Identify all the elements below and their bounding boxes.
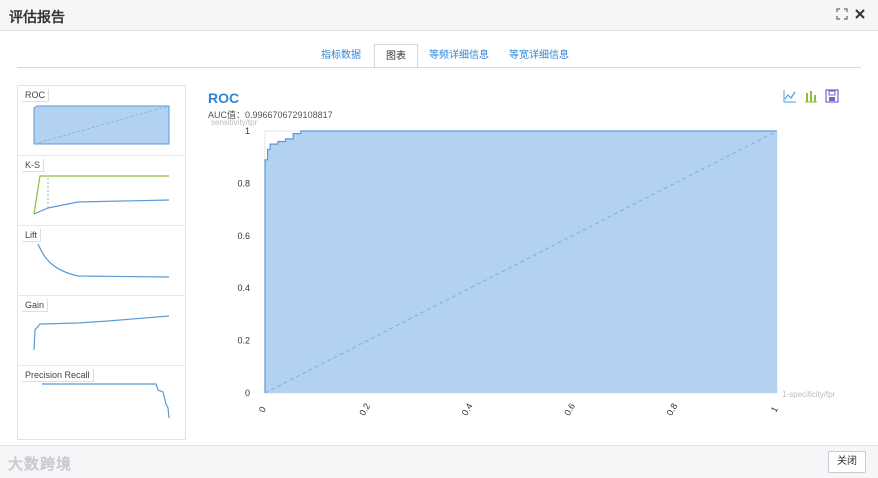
x-tick-label: 0.2 (357, 402, 372, 418)
roc-chart: 0 0.2 0.4 0.6 0.8 1 0 0.2 0.4 0.6 0.8 1 sensitivit… (211, 118, 836, 418)
y-tick-label: 1 (245, 126, 250, 136)
close-button[interactable]: 关闭 (828, 451, 866, 473)
y-tick-label: 0.4 (237, 283, 250, 293)
watermark-logo: 大数跨境 (8, 456, 73, 473)
x-tick-label: 0.6 (562, 402, 577, 418)
y-tick-label: 0.8 (237, 178, 250, 188)
x-tick-label: 1 (769, 405, 780, 414)
y-tick-label: 0.6 (237, 231, 250, 241)
y-tick-label: 0 (245, 388, 250, 398)
y-axis-ticks: 0 0.2 0.4 0.6 0.8 1 (237, 126, 250, 398)
y-tick-label: 0.2 (237, 336, 250, 346)
y-axis-label: sensitivity/tpr (211, 118, 258, 127)
x-axis-ticks: 0 0.2 0.4 0.6 0.8 1 (257, 402, 780, 418)
x-axis-label: 1-specificity/fpr (782, 390, 836, 399)
x-tick-label: 0.4 (460, 402, 475, 418)
x-tick-label: 0.8 (665, 402, 680, 418)
footer-bar: 大数跨境 关闭 (0, 445, 878, 478)
x-tick-label: 0 (257, 405, 268, 414)
